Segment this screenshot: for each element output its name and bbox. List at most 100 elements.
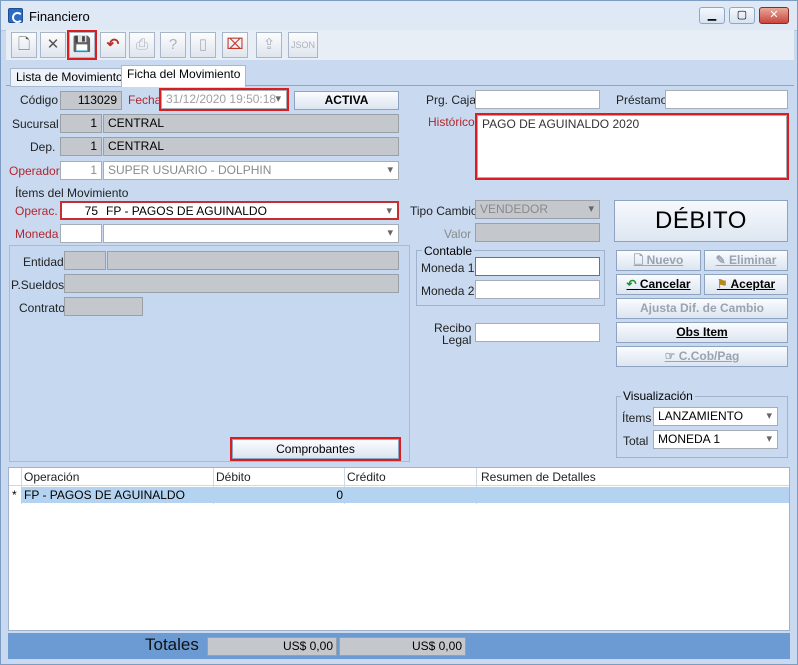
operador-num[interactable]: 1: [60, 161, 102, 180]
estado-badge: ACTIVA: [294, 91, 399, 110]
sucursal-field: CENTRAL: [103, 114, 399, 133]
sucursal-num: 1: [60, 114, 102, 133]
ccob-pag-label: C.Cob/Pag: [678, 349, 740, 363]
totals-label: Totales: [145, 635, 199, 654]
fecha-field[interactable]: 31/12/2020 19:50:18: [159, 88, 289, 111]
eliminar-button[interactable]: ✎ Eliminar: [704, 250, 788, 271]
delete-icon[interactable]: ✕: [40, 32, 66, 58]
moneda1-field[interactable]: [475, 257, 600, 276]
financiero-window: Financiero ▁ ▢ ✕ 🗋 ✕ 💾 ↶ ⎙ ? ▯ ⌧ ⇪ JSON …: [0, 0, 798, 665]
eliminar-label: Eliminar: [729, 253, 777, 267]
window-title: Financiero: [29, 9, 90, 24]
recibo-legal-field[interactable]: [475, 323, 600, 342]
hand-icon: ☞: [664, 349, 679, 363]
table-row[interactable]: FP - PAGOS DE AGUINALDO 0: [21, 487, 789, 503]
operador-label: Operador: [9, 164, 60, 178]
valor-field[interactable]: [475, 223, 600, 242]
col-credito[interactable]: Crédito: [347, 470, 386, 484]
prestamo-field[interactable]: [665, 90, 788, 109]
codigo-field[interactable]: 113029: [60, 91, 122, 110]
grid-header: Operación Débito Crédito Resumen de Deta…: [9, 468, 789, 486]
visualizacion-total-label: Total: [623, 434, 649, 448]
operador-select[interactable]: SUPER USUARIO - DOLPHIN: [103, 161, 399, 180]
toolbar: 🗋 ✕ 💾 ↶ ⎙ ? ▯ ⌧ ⇪ JSON: [6, 30, 794, 60]
col-resumen[interactable]: Resumen de Detalles: [481, 470, 596, 484]
visualizacion-total-select[interactable]: MONEDA 1: [653, 430, 778, 449]
contable-label: Contable: [422, 244, 475, 258]
operac-num[interactable]: 75: [60, 201, 102, 220]
entidad-label: Entidad: [23, 255, 64, 269]
valor-label: Valor: [444, 227, 472, 241]
comprobantes-button[interactable]: Comprobantes: [230, 437, 401, 461]
ccob-pag-button[interactable]: ☞ C.Cob/Pag: [616, 346, 788, 367]
prg-caja-label: Prg. Caja: [426, 93, 477, 107]
aceptar-label: Aceptar: [730, 277, 776, 291]
json-icon[interactable]: JSON: [288, 32, 318, 58]
obs-item-button[interactable]: Obs Item: [616, 322, 788, 343]
tipo-cambio-select[interactable]: VENDEDOR: [475, 200, 600, 219]
cancelar-button[interactable]: ↶ Cancelar: [616, 274, 701, 295]
debito-indicator: DÉBITO: [614, 200, 788, 242]
aceptar-button[interactable]: ⚑ Aceptar: [704, 274, 788, 295]
moneda-label: Moneda: [15, 227, 59, 241]
fecha-label: Fecha: [128, 93, 162, 107]
export-icon[interactable]: ⇪: [256, 32, 282, 58]
eraser-icon: ✎: [715, 253, 730, 267]
sucursal-label: Sucursal: [12, 117, 59, 131]
minimize-button[interactable]: ▁: [699, 7, 725, 24]
new-document-icon[interactable]: 🗋: [11, 32, 37, 58]
col-operacion[interactable]: Operación: [24, 470, 79, 484]
operac-select[interactable]: FP - PAGOS DE AGUINALDO: [102, 201, 399, 220]
psueldos-label: P.Sueldos: [11, 278, 65, 292]
total-debito: US$ 0,00: [207, 637, 337, 656]
dep-num: 1: [60, 137, 102, 156]
undo-arrow-icon: ↶: [626, 277, 640, 291]
items-section-title: Ítems del Movimiento: [15, 186, 129, 200]
maximize-button[interactable]: ▢: [729, 7, 755, 24]
cell-debito[interactable]: 0: [213, 488, 343, 502]
fax-icon[interactable]: ⌧: [222, 32, 248, 58]
visualizacion-items-label: Ítems: [622, 411, 652, 425]
operac-label: Operac.: [15, 204, 58, 218]
moneda2-label: Moneda 2: [421, 284, 475, 298]
new-page-icon: 🗋: [633, 253, 647, 267]
tab-bar: Lista de Movimientos Ficha del Movimient…: [6, 64, 794, 87]
tab-lista-movimientos[interactable]: Lista de Movimientos: [10, 68, 135, 87]
codigo-label: Código: [20, 93, 59, 107]
row-marker: *: [12, 488, 17, 502]
tab-ficha-movimiento[interactable]: Ficha del Movimiento: [121, 65, 247, 87]
historico-label: Histórico: [428, 115, 475, 129]
movements-grid: Operación Débito Crédito Resumen de Deta…: [8, 467, 790, 631]
visualizacion-label: Visualización: [621, 389, 695, 403]
close-button[interactable]: ✕: [759, 7, 789, 24]
undo-icon[interactable]: ↶: [100, 32, 126, 58]
print-icon[interactable]: ⎙: [129, 32, 155, 58]
dep-label: Dep.: [30, 140, 56, 154]
prg-caja-field[interactable]: [475, 90, 600, 109]
historico-textarea[interactable]: PAGO DE AGUINALDO 2020: [475, 113, 789, 180]
col-debito[interactable]: Débito: [216, 470, 251, 484]
moneda-select[interactable]: [103, 224, 399, 243]
moneda2-field[interactable]: [475, 280, 600, 299]
contrato-label: Contrato: [19, 301, 66, 315]
contrato-field[interactable]: [64, 297, 143, 316]
cancelar-label: Cancelar: [639, 277, 691, 291]
ajusta-dif-cambio-button[interactable]: Ajusta Dif. de Cambio: [616, 298, 788, 319]
moneda-num[interactable]: [60, 224, 102, 243]
entidad-field[interactable]: [107, 251, 399, 270]
psueldos-field[interactable]: [64, 274, 399, 293]
dep-field: CENTRAL: [103, 137, 399, 156]
title-bar: Financiero ▁ ▢ ✕: [1, 1, 797, 31]
visualizacion-items-select[interactable]: LANZAMIENTO: [653, 407, 778, 426]
legal-label: Legal: [442, 333, 472, 347]
totals-bar: Totales US$ 0,00 US$ 0,00: [8, 633, 790, 659]
nuevo-label: Nuevo: [646, 253, 684, 267]
prestamo-label: Préstamo: [616, 93, 668, 107]
help-icon[interactable]: ?: [160, 32, 186, 58]
tipo-cambio-label: Tipo Cambio: [410, 204, 478, 218]
nuevo-button[interactable]: 🗋 Nuevo: [616, 250, 701, 271]
cell-operacion[interactable]: FP - PAGOS DE AGUINALDO: [24, 488, 185, 502]
save-icon[interactable]: 💾: [67, 30, 97, 60]
book-icon[interactable]: ▯: [190, 32, 216, 58]
entidad-num[interactable]: [64, 251, 106, 270]
